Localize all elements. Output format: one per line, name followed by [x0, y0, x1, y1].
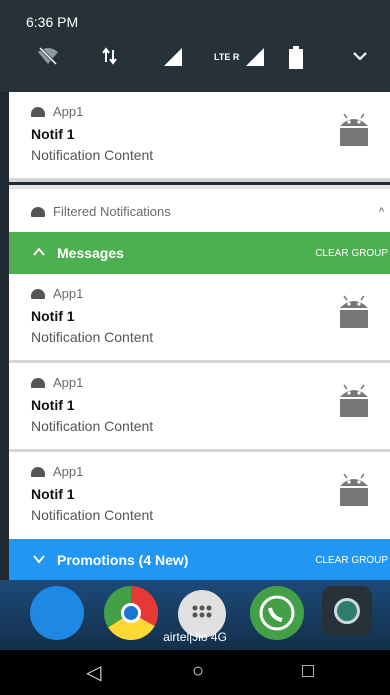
notification-app-row: App1 [31, 104, 83, 119]
notification-card[interactable]: App1 Notif 1 Notification Content [9, 452, 390, 539]
chevron-down-icon[interactable] [33, 551, 45, 567]
chevron-up-icon[interactable]: ^ [379, 206, 384, 218]
filtered-notifications-header[interactable]: Filtered Notifications ^ [9, 194, 390, 232]
android-icon [336, 383, 372, 424]
messages-group-label: Messages [57, 245, 124, 261]
notification-app-row: App1 [31, 286, 83, 301]
navigation-bar: ◁ ○ □ [0, 650, 390, 695]
lte-signal-icon[interactable]: LTE R [214, 46, 266, 68]
notification-content: Notification Content [31, 507, 154, 523]
android-small-icon [31, 378, 45, 388]
battery-icon[interactable] [288, 46, 304, 75]
lte-label: LTE R [214, 52, 240, 62]
chevron-down-icon[interactable] [350, 46, 370, 71]
back-button[interactable]: ◁ [86, 660, 101, 685]
android-icon [336, 472, 372, 513]
status-time: 6:36 PM [26, 14, 79, 30]
android-icon [336, 112, 372, 153]
home-button[interactable]: ○ [192, 660, 204, 683]
filtered-app-row: Filtered Notifications [31, 204, 171, 219]
home-screen: airtel|Jio 4G ◁ ○ □ [0, 580, 390, 695]
notification-content: Notification Content [31, 329, 154, 345]
notification-app-name: App1 [53, 464, 84, 479]
notification-app-row: App1 [31, 375, 83, 390]
notification-title: Notif 1 [31, 308, 75, 324]
clear-group-button[interactable]: CLEAR GROUP [315, 555, 388, 566]
clear-group-button[interactable]: CLEAR GROUP [315, 248, 388, 259]
notification-app-row: App1 [31, 464, 83, 479]
quick-settings-row: LTE R [0, 40, 390, 84]
notification-card[interactable]: App1 Notif 1 Notification Content [9, 92, 390, 178]
android-small-icon [31, 289, 45, 299]
android-small-icon [31, 107, 45, 117]
wifi-off-icon[interactable] [36, 46, 60, 71]
notification-card[interactable]: App1 Notif 1 Notification Content [9, 274, 390, 360]
carrier-label: airtel|Jio 4G [163, 630, 227, 644]
notification-app-name: App1 [53, 286, 84, 301]
filtered-label: Filtered Notifications [53, 204, 171, 219]
camera-icon[interactable] [322, 586, 372, 636]
messages-group-header[interactable]: Messages CLEAR GROUP [9, 232, 390, 274]
promotions-group-label: Promotions (4 New) [57, 552, 189, 568]
promotions-group-header[interactable]: Promotions (4 New) CLEAR GROUP [9, 539, 390, 581]
notification-card[interactable]: App1 Notif 1 Notification Content [9, 363, 390, 449]
android-small-icon [31, 207, 45, 217]
notification-title: Notif 1 [31, 126, 75, 142]
notification-app-name: App1 [53, 104, 84, 119]
divider [9, 178, 390, 182]
notification-app-name: App1 [53, 375, 84, 390]
notification-content: Notification Content [31, 418, 154, 434]
data-arrows-icon[interactable] [100, 46, 120, 71]
android-small-icon [31, 467, 45, 477]
recents-button[interactable]: □ [302, 660, 314, 683]
notification-content: Notification Content [31, 147, 154, 163]
notification-title: Notif 1 [31, 397, 75, 413]
chevron-up-icon[interactable] [33, 244, 45, 260]
signal-icon[interactable] [162, 46, 184, 73]
android-icon [336, 294, 372, 335]
notification-title: Notif 1 [31, 486, 75, 502]
status-bar: 6:36 PM LTE R [0, 0, 390, 92]
